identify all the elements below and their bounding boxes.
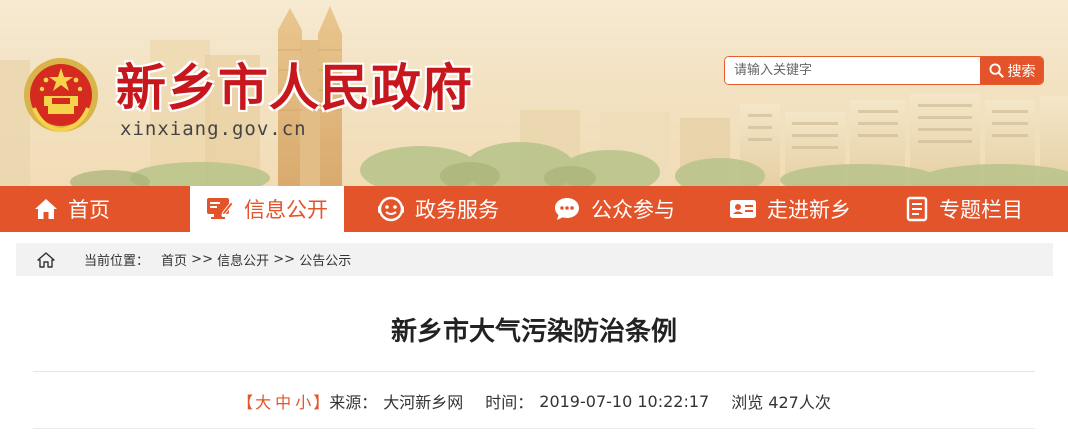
search-button-label: 搜索 — [1007, 63, 1036, 80]
nav-item-special-topics[interactable]: 专题栏目 — [896, 186, 1032, 232]
nav-item-label: 公众参与 — [591, 198, 675, 222]
main-nav: 首页 信息公开 政务服务 公众参与 走进新乡 专题栏目 — [0, 186, 1068, 232]
source-label: 来源： — [329, 393, 378, 412]
breadcrumb: 当前位置： 首页 >> 信息公开 >> 公告公示 — [16, 243, 1053, 276]
nav-item-label: 专题栏目 — [939, 198, 1023, 222]
nav-item-gov-services[interactable]: 政务服务 — [372, 186, 504, 232]
article-meta: 【大中小】 来源： 大河新乡网 时间： 2019-07-10 10:22:17 … — [0, 389, 1068, 413]
nav-item-label: 政务服务 — [415, 198, 499, 222]
font-size-medium[interactable]: 中 — [275, 393, 291, 412]
article-title: 新乡市大气污染防治条例 — [390, 317, 677, 347]
id-card-icon — [730, 200, 756, 218]
site-title: 新乡市人民政府 — [116, 59, 473, 117]
time-label: 时间： — [485, 393, 534, 412]
home-icon[interactable] — [36, 251, 56, 269]
view-count: 浏览 427人次 — [731, 393, 831, 412]
nav-item-home[interactable]: 首页 — [18, 186, 126, 232]
breadcrumb-link-notice[interactable]: 公告公示 — [299, 250, 351, 269]
font-size-large[interactable]: 大 — [255, 393, 271, 412]
breadcrumb-link-info[interactable]: 信息公开 — [217, 250, 269, 269]
divider — [33, 428, 1035, 429]
nav-item-public-participation[interactable]: 公众参与 — [548, 186, 680, 232]
search-input[interactable] — [725, 57, 979, 84]
monitor-edit-icon — [207, 198, 234, 219]
breadcrumb-separator: >> — [191, 252, 213, 267]
home-icon — [35, 199, 57, 219]
service-icon — [378, 196, 404, 222]
nav-item-about-xinxiang[interactable]: 走进新乡 — [724, 186, 856, 232]
nav-item-info-disclosure[interactable]: 信息公开 — [190, 186, 344, 232]
chat-icon — [555, 198, 579, 220]
search-box: 搜索 — [724, 56, 1044, 85]
search-button[interactable]: 搜索 — [980, 57, 1043, 84]
search-icon — [988, 63, 1004, 78]
time-value: 2019-07-10 10:22:17 — [539, 391, 710, 411]
nav-item-label: 走进新乡 — [767, 198, 851, 222]
nav-item-label: 信息公开 — [244, 198, 328, 222]
breadcrumb-link-home[interactable]: 首页 — [161, 250, 187, 269]
breadcrumb-separator: >> — [273, 252, 296, 267]
header-banner: 新乡市人民政府 xinxiang.gov.cn 搜索 — [0, 0, 1068, 186]
nav-item-label: 首页 — [68, 198, 110, 222]
font-size-switcher: 【大中小】 — [237, 393, 330, 412]
national-emblem-icon — [24, 58, 98, 133]
font-size-small[interactable]: 小 — [295, 393, 311, 412]
breadcrumb-prefix: 当前位置： — [84, 254, 150, 269]
source-value: 大河新乡网 — [383, 393, 464, 412]
document-icon — [906, 196, 928, 222]
site-domain: xinxiang.gov.cn — [120, 118, 307, 140]
divider — [33, 371, 1035, 372]
